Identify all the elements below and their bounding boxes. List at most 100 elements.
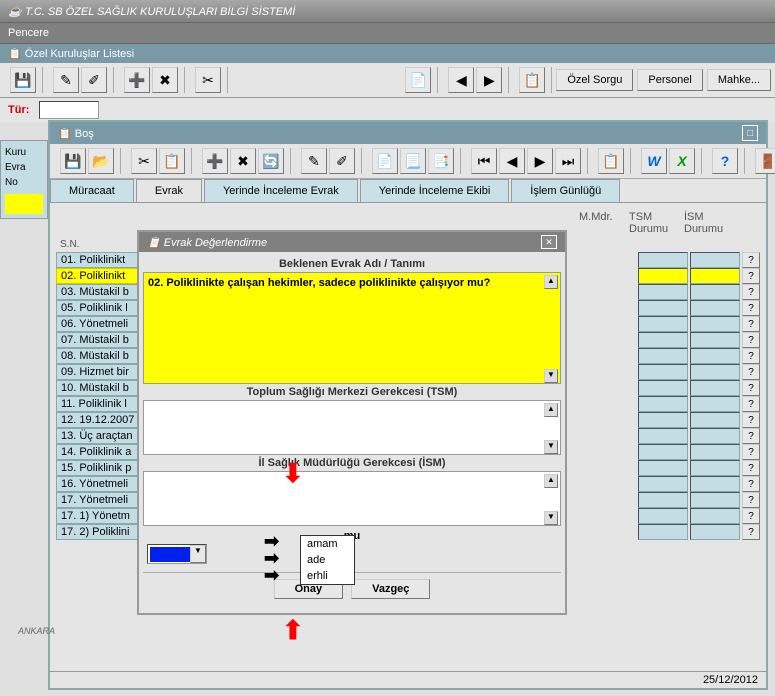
next-icon[interactable]: ▶	[527, 148, 553, 174]
row-dropdown[interactable]	[690, 428, 740, 444]
help-icon[interactable]: ?	[742, 396, 760, 412]
cut-icon[interactable]: ✂	[195, 67, 221, 93]
help-icon[interactable]: ?	[742, 268, 760, 284]
help-icon[interactable]: ?	[742, 300, 760, 316]
scroll-down-icon[interactable]: ▼	[544, 511, 558, 525]
row-dropdown[interactable]	[638, 348, 688, 364]
paste-icon[interactable]: 📋	[598, 148, 624, 174]
row-dropdown[interactable]	[638, 444, 688, 460]
help-icon[interactable]: ?	[742, 284, 760, 300]
doc2-icon[interactable]: 📃	[400, 148, 426, 174]
prev-icon[interactable]: ◀	[499, 148, 525, 174]
row-dropdown[interactable]	[638, 508, 688, 524]
tab-islem-gunlugu[interactable]: İşlem Günlüğü	[511, 179, 620, 202]
row-dropdown[interactable]	[690, 284, 740, 300]
help-icon[interactable]: ?	[742, 348, 760, 364]
last-icon[interactable]: ⏭	[555, 148, 581, 174]
row-dropdown[interactable]	[690, 364, 740, 380]
ism-box[interactable]: ▲ ▼	[143, 471, 561, 526]
help-icon[interactable]: ?	[742, 476, 760, 492]
row-dropdown[interactable]	[638, 300, 688, 316]
copy-icon[interactable]: 📋	[159, 148, 185, 174]
doc-icon[interactable]: 📄	[405, 67, 431, 93]
help-icon[interactable]: ?	[742, 428, 760, 444]
tab-yerinde-evrak[interactable]: Yerinde İnceleme Evrak	[204, 179, 358, 202]
row-dropdown[interactable]	[638, 332, 688, 348]
dropdown-option-serhli[interactable]: erhli	[301, 568, 354, 584]
doc1-icon[interactable]: 📄	[372, 148, 398, 174]
first-icon[interactable]: ⏮	[471, 148, 497, 174]
row-dropdown[interactable]	[690, 444, 740, 460]
help-icon[interactable]: ?	[742, 492, 760, 508]
row-dropdown[interactable]	[690, 380, 740, 396]
help-icon[interactable]: ?	[742, 364, 760, 380]
row-dropdown[interactable]	[690, 524, 740, 540]
row-dropdown[interactable]	[638, 396, 688, 412]
save-icon[interactable]: 💾	[10, 67, 36, 93]
copy-icon[interactable]: 📋	[519, 67, 545, 93]
row-dropdown[interactable]	[638, 524, 688, 540]
row-dropdown[interactable]	[638, 412, 688, 428]
help-icon[interactable]: ?	[742, 316, 760, 332]
scroll-up-icon[interactable]: ▲	[544, 275, 558, 289]
row-dropdown[interactable]	[638, 380, 688, 396]
row-dropdown[interactable]	[638, 268, 688, 284]
open-icon[interactable]: 📂	[88, 148, 114, 174]
help-icon[interactable]: ?	[742, 524, 760, 540]
tur-input[interactable]	[39, 101, 99, 119]
help-icon[interactable]: ?	[742, 380, 760, 396]
vazgec-button[interactable]: Vazgeç	[351, 579, 430, 599]
scroll-up-icon[interactable]: ▲	[544, 403, 558, 417]
scroll-down-icon[interactable]: ▼	[544, 369, 558, 383]
help-icon[interactable]: ?	[742, 412, 760, 428]
ozel-sorgu-button[interactable]: Özel Sorgu	[556, 69, 633, 91]
help-icon[interactable]: ?	[742, 252, 760, 268]
x-icon[interactable]: X	[669, 148, 695, 174]
row-dropdown[interactable]	[690, 252, 740, 268]
row-dropdown[interactable]	[690, 396, 740, 412]
exit-icon[interactable]: 🚪	[755, 148, 775, 174]
row-dropdown[interactable]	[690, 348, 740, 364]
edit-icon[interactable]: ✐	[81, 67, 107, 93]
save-icon[interactable]: 💾	[60, 148, 86, 174]
row-dropdown[interactable]	[638, 428, 688, 444]
row-dropdown[interactable]	[638, 492, 688, 508]
help-icon[interactable]: ?	[742, 460, 760, 476]
row-dropdown[interactable]	[638, 460, 688, 476]
cut-icon[interactable]: ✂	[131, 148, 157, 174]
refresh-icon[interactable]: 🔄	[258, 148, 284, 174]
chevron-down-icon[interactable]: ▼	[190, 545, 206, 563]
help-icon[interactable]: ?	[712, 148, 738, 174]
add-icon[interactable]: ➕	[202, 148, 228, 174]
tab-evrak[interactable]: Evrak	[136, 179, 202, 202]
row-dropdown[interactable]	[638, 364, 688, 380]
row-dropdown[interactable]	[690, 476, 740, 492]
help-icon[interactable]: ?	[742, 508, 760, 524]
pencil-icon[interactable]: ✎	[301, 148, 327, 174]
scroll-up-icon[interactable]: ▲	[544, 474, 558, 488]
mahke-button[interactable]: Mahke...	[707, 69, 771, 91]
durum-select[interactable]: ▼	[147, 544, 207, 564]
row-dropdown[interactable]	[690, 268, 740, 284]
help-icon[interactable]: ?	[742, 332, 760, 348]
pencil-icon[interactable]: ✎	[53, 67, 79, 93]
menu-pencere[interactable]: Pencere	[8, 27, 49, 39]
row-dropdown[interactable]	[690, 300, 740, 316]
prev-icon[interactable]: ◀	[448, 67, 474, 93]
help-icon[interactable]: ?	[742, 444, 760, 460]
row-dropdown[interactable]	[690, 332, 740, 348]
row-dropdown[interactable]	[638, 476, 688, 492]
delete-icon[interactable]: ✖	[230, 148, 256, 174]
next-icon[interactable]: ▶	[476, 67, 502, 93]
dropdown-option-iade[interactable]: ade	[301, 552, 354, 568]
row-dropdown[interactable]	[638, 284, 688, 300]
row-dropdown[interactable]	[690, 460, 740, 476]
maximize-button[interactable]: □	[742, 125, 758, 141]
row-dropdown[interactable]	[690, 316, 740, 332]
w-icon[interactable]: W	[641, 148, 667, 174]
row-dropdown[interactable]	[690, 412, 740, 428]
row-dropdown[interactable]	[690, 492, 740, 508]
dialog-close-button[interactable]: ✕	[541, 235, 557, 249]
doc3-icon[interactable]: 📑	[428, 148, 454, 174]
tab-muracaat[interactable]: Müracaat	[50, 179, 134, 202]
